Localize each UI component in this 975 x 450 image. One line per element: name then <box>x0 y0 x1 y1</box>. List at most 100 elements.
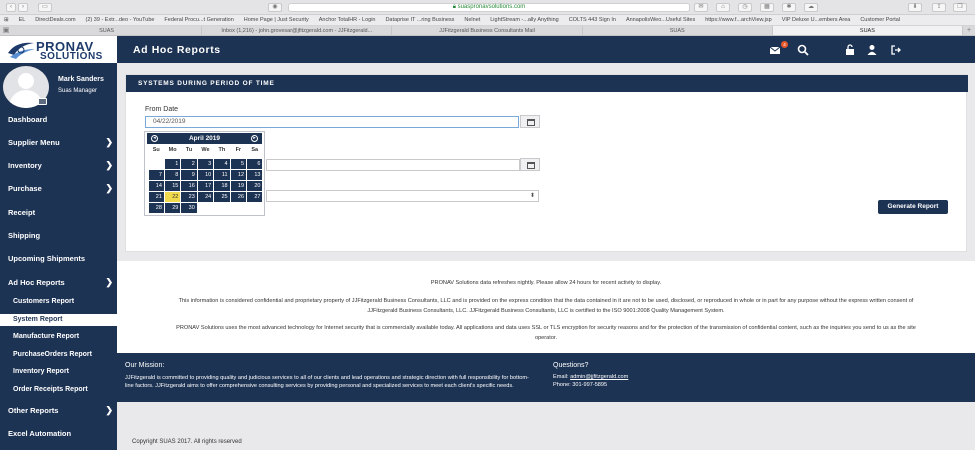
day-cell[interactable]: 4 <box>214 159 230 169</box>
day-cell[interactable]: 13 <box>247 170 263 180</box>
bookmark[interactable]: Customer Portal <box>856 15 904 25</box>
day-cell[interactable]: 14 <box>148 181 164 191</box>
browser-tab[interactable]: Inbox (1,216) - john.grovesar@jfitzgeral… <box>202 26 393 35</box>
email-link[interactable]: admin@jjfitzgerald.com <box>570 374 628 380</box>
day-cell[interactable]: 5 <box>230 159 247 169</box>
day-cell[interactable]: 23 <box>181 192 197 202</box>
forward-icon[interactable]: › <box>18 3 28 12</box>
bookmark[interactable]: COLTS 443 Sign In <box>565 15 620 25</box>
info-section: PRONAV Solutions data refreshes nightly.… <box>117 261 975 353</box>
to-date-input[interactable] <box>266 159 520 171</box>
day-cell[interactable]: 1 <box>164 159 181 169</box>
bookmark[interactable]: (2) 39 - Extr...deo - YouTube <box>82 15 159 25</box>
day-cell[interactable]: 3 <box>197 159 214 169</box>
sidebar-item-label: Shipping <box>8 231 41 240</box>
datepicker-grid: 1 2 3 4 5 6 7 8 9 10 11 12 13 14 15 16 17 18 19 20 21 22 23 24 2… <box>148 159 263 214</box>
weekday-label: Sa <box>251 147 259 153</box>
new-tab-button[interactable]: + <box>963 26 975 35</box>
sidebar-toggle-icon[interactable]: ▭ <box>38 3 52 12</box>
unlock-icon[interactable] <box>844 44 856 56</box>
next-month-icon[interactable]: ▸ <box>251 135 258 142</box>
calendar-icon[interactable] <box>520 158 540 171</box>
mail-share-icon[interactable]: ✉ <box>694 3 708 12</box>
browser-tab[interactable]: SUAS <box>583 26 773 35</box>
datepicker-week: 123456 <box>148 159 263 170</box>
day-cell[interactable]: 19 <box>230 181 247 191</box>
browser-tab-active[interactable]: SUAS <box>772 26 964 35</box>
report-select[interactable]: ⬍ <box>266 190 539 202</box>
user-profile: Mark Sanders Suas Manager <box>0 63 117 111</box>
bookmark[interactable]: Dataprise IT ...ring Business <box>381 15 458 25</box>
day-cell[interactable]: 10 <box>197 170 214 180</box>
day-cell[interactable]: 15 <box>164 181 181 191</box>
security-notice-line1: PRONAV Solutions uses the most advanced … <box>176 325 916 331</box>
bookmark[interactable]: Home Page | Just Security <box>240 15 313 25</box>
day-cell[interactable]: 11 <box>214 170 230 180</box>
url-text: suaspronavsolutions.com <box>457 4 526 10</box>
calendar-icon[interactable] <box>520 115 540 128</box>
bookmark[interactable]: https://www.f...archView.jsp <box>701 15 776 25</box>
bookmark[interactable]: DirectDeals.com <box>31 15 79 25</box>
bookmark[interactable]: Federal Procu...t Generation <box>160 15 237 25</box>
generate-report-button[interactable]: Generate Report <box>878 200 948 214</box>
address-bar[interactable]: 🔒︎ suaspronavsolutions.com <box>288 3 690 12</box>
sidebar-item-label: Order Receipts Report <box>13 386 88 393</box>
downloads-icon[interactable]: ⬇ <box>908 3 922 12</box>
day-cell[interactable]: 26 <box>230 192 247 202</box>
back-icon[interactable]: ‹ <box>6 3 16 12</box>
tab-list-icon[interactable]: ▣ <box>0 26 12 35</box>
day-cell[interactable]: 30 <box>181 203 197 213</box>
grid-icon[interactable]: ▦ <box>760 3 774 12</box>
day-cell[interactable]: 6 <box>247 159 263 169</box>
day-cell[interactable]: 2 <box>181 159 197 169</box>
day-cell[interactable]: 9 <box>181 170 197 180</box>
bookmark[interactable]: VIP Deluxe U...embers Area <box>778 15 855 25</box>
camera-icon[interactable] <box>38 98 47 105</box>
bookmarks-grid-icon[interactable]: ⊞ <box>0 15 13 25</box>
browser-tab[interactable]: JJFitzgerald Business Consultants Mail <box>392 26 583 35</box>
chevron-right-icon: ❯ <box>105 277 113 287</box>
bookmark[interactable]: EL <box>15 15 30 25</box>
bookmark[interactable]: AnnapolisWeo...Useful Sites <box>622 15 699 25</box>
share-icon[interactable]: ⇪ <box>932 3 946 12</box>
day-cell[interactable]: 20 <box>247 181 263 191</box>
day-cell[interactable]: 21 <box>148 192 164 202</box>
bookmark[interactable]: Nelnet <box>460 15 484 25</box>
compass-logo-icon <box>8 42 35 59</box>
logout-icon[interactable] <box>890 44 902 56</box>
day-cell[interactable]: 27 <box>247 192 263 202</box>
sidebar-item-label: Purchase <box>8 184 42 193</box>
day-cell[interactable]: 24 <box>197 192 214 202</box>
day-cell[interactable]: 25 <box>214 192 230 202</box>
day-cell[interactable]: 12 <box>230 170 247 180</box>
sidebar-subitem-system-report[interactable]: System Report <box>0 314 117 326</box>
browser-tab[interactable]: SUAS <box>12 26 203 35</box>
tabs-overview-icon[interactable]: ❐ <box>953 3 967 12</box>
day-cell[interactable]: 7 <box>148 170 164 180</box>
user-icon[interactable] <box>866 44 878 56</box>
top-header: Ad Hoc Reports 4 <box>117 36 975 63</box>
bookmark[interactable]: LightStream -...ally Anything <box>486 15 562 25</box>
cloud-icon[interactable]: ☁ <box>804 3 818 12</box>
day-cell[interactable]: 29 <box>164 203 181 213</box>
day-cell[interactable]: 17 <box>197 181 214 191</box>
day-cell[interactable]: 18 <box>214 181 230 191</box>
privacy-icon[interactable]: ◉ <box>268 3 282 12</box>
datepicker-week: 14 15 16 17 18 19 20 <box>148 181 263 192</box>
day-cell-today[interactable]: 22 <box>164 192 181 202</box>
mission-heading: Our Mission: <box>125 362 165 369</box>
mail-icon[interactable] <box>769 44 781 56</box>
from-date-input[interactable]: 04/22/2019 <box>145 116 519 128</box>
day-cell[interactable]: 8 <box>164 170 181 180</box>
pronav-logo[interactable]: PRONAV SOLUTIONS <box>0 36 117 63</box>
search-icon[interactable] <box>797 44 809 56</box>
extension-icon[interactable]: ✱ <box>782 3 796 12</box>
sidebar-item-label: System Report <box>13 316 63 323</box>
day-cell[interactable]: 16 <box>181 181 197 191</box>
browser-tabs: ▣ SUAS Inbox (1,216) - john.grovesar@jfi… <box>0 26 975 36</box>
bookmark[interactable]: Anchor TotalHR - Login <box>315 15 380 25</box>
history-icon[interactable]: ◷ <box>738 3 752 12</box>
day-cell[interactable]: 28 <box>148 203 164 213</box>
sidebar-item-label: Upcoming Shipments <box>8 254 86 263</box>
home-icon[interactable]: ⌂ <box>716 3 730 12</box>
